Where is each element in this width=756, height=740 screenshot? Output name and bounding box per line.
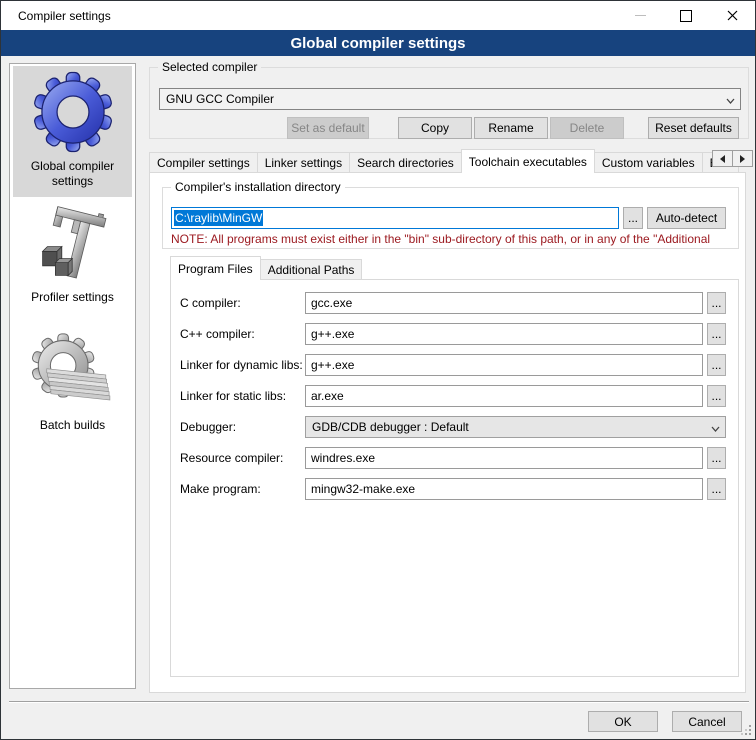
sidebar-item-profiler-settings[interactable]: Profiler settings [13,201,132,313]
resize-grip[interactable] [741,725,752,736]
debugger-label: Debugger: [180,416,236,438]
cancel-button[interactable]: Cancel [672,711,742,732]
debugger-dropdown[interactable]: GDB/CDB debugger : Default [305,416,726,438]
caliper-icon [29,205,117,285]
copy-button[interactable]: Copy [398,117,472,139]
chevron-down-icon [726,97,734,105]
resource-compiler-input[interactable]: windres.exe [305,447,703,469]
selected-compiler-group: Selected compiler GNU GCC Compiler Set a… [149,67,749,139]
make-program-input[interactable]: mingw32-make.exe [305,478,703,500]
compiler-settings-dialog: Compiler settings Global compiler settin… [0,0,756,740]
static-linker-browse-button[interactable]: ... [707,385,726,407]
settings-category-sidebar: Global compiler settings [9,63,136,689]
close-icon [727,10,738,21]
selected-compiler-dropdown[interactable]: GNU GCC Compiler [159,88,741,110]
dynamic-linker-label: Linker for dynamic libs: [180,354,303,376]
cpp-compiler-label: C++ compiler: [180,323,255,345]
maximize-button[interactable] [663,1,709,30]
c-compiler-browse-button[interactable]: ... [707,292,726,314]
make-program-label: Make program: [180,478,261,500]
tab-linker-settings[interactable]: Linker settings [257,152,350,172]
dynamic-linker-input[interactable]: g++.exe [305,354,703,376]
debugger-value: GDB/CDB debugger : Default [312,420,469,434]
cpp-compiler-browse-button[interactable]: ... [707,323,726,345]
sidebar-item-global-compiler-settings[interactable]: Global compiler settings [13,66,132,197]
installation-directory-group: Compiler's installation directory C:\ray… [162,187,739,249]
selected-compiler-value: GNU GCC Compiler [166,92,274,106]
title-bar: Compiler settings [1,1,755,30]
selected-compiler-legend: Selected compiler [158,60,261,74]
dialog-header: Global compiler settings [1,30,755,56]
delete-button[interactable]: Delete [550,117,624,139]
window-title: Compiler settings [1,9,111,23]
tab-custom-variables[interactable]: Custom variables [594,152,703,172]
program-files-tabstrip: Program Files Additional Paths [170,257,361,280]
scroll-left-icon [720,155,725,163]
dialog-header-title: Global compiler settings [290,35,465,52]
selected-path-text: C:\raylib\MinGW [174,210,263,226]
tab-toolchain-executables[interactable]: Toolchain executables [461,149,595,173]
tab-additional-paths[interactable]: Additional Paths [260,259,363,279]
cpp-compiler-input[interactable]: g++.exe [305,323,703,345]
footer-divider [9,701,749,703]
maximize-icon [680,10,692,22]
static-linker-input[interactable]: ar.exe [305,385,703,407]
sidebar-item-label: Profiler settings [13,288,132,305]
program-files-page: C compiler: gcc.exe ... C++ compiler: g+… [170,279,739,677]
resource-compiler-browse-button[interactable]: ... [707,447,726,469]
window-controls [617,1,755,30]
set-as-default-button[interactable]: Set as default [287,117,369,139]
minimize-button[interactable] [617,1,663,30]
auto-detect-button[interactable]: Auto-detect [647,207,726,229]
c-compiler-input[interactable]: gcc.exe [305,292,703,314]
tab-scroll-right-button[interactable] [732,150,753,167]
installation-directory-input[interactable]: C:\raylib\MinGW [171,207,619,229]
sidebar-item-label: Global compiler settings [13,157,132,189]
toolchain-executables-page: Compiler's installation directory C:\ray… [149,172,746,693]
chevron-down-icon [711,425,719,433]
bin-subdirectory-note: NOTE: All programs must exist either in … [171,232,732,246]
installation-directory-legend: Compiler's installation directory [171,180,345,194]
tab-search-directories[interactable]: Search directories [349,152,462,172]
browse-directory-button[interactable]: ... [623,207,643,229]
make-program-browse-button[interactable]: ... [707,478,726,500]
static-linker-label: Linker for static libs: [180,385,286,407]
tab-compiler-settings[interactable]: Compiler settings [149,152,258,172]
compiler-options-tabstrip: Compiler settings Linker settings Search… [149,149,738,173]
close-button[interactable] [709,1,755,30]
sidebar-item-label: Batch builds [13,416,132,433]
c-compiler-label: C compiler: [180,292,241,314]
gray-gear-stack-icon [29,331,117,413]
sidebar-item-batch-builds[interactable]: Batch builds [13,327,132,441]
resource-compiler-label: Resource compiler: [180,447,283,469]
rename-button[interactable]: Rename [474,117,548,139]
dynamic-linker-browse-button[interactable]: ... [707,354,726,376]
ok-button[interactable]: OK [588,711,658,732]
tab-scroll-left-button[interactable] [712,150,733,167]
tab-program-files[interactable]: Program Files [170,256,261,280]
reset-defaults-button[interactable]: Reset defaults [648,117,739,139]
scroll-right-icon [740,155,745,163]
blue-gear-icon [29,70,117,154]
minimize-icon [635,15,646,16]
